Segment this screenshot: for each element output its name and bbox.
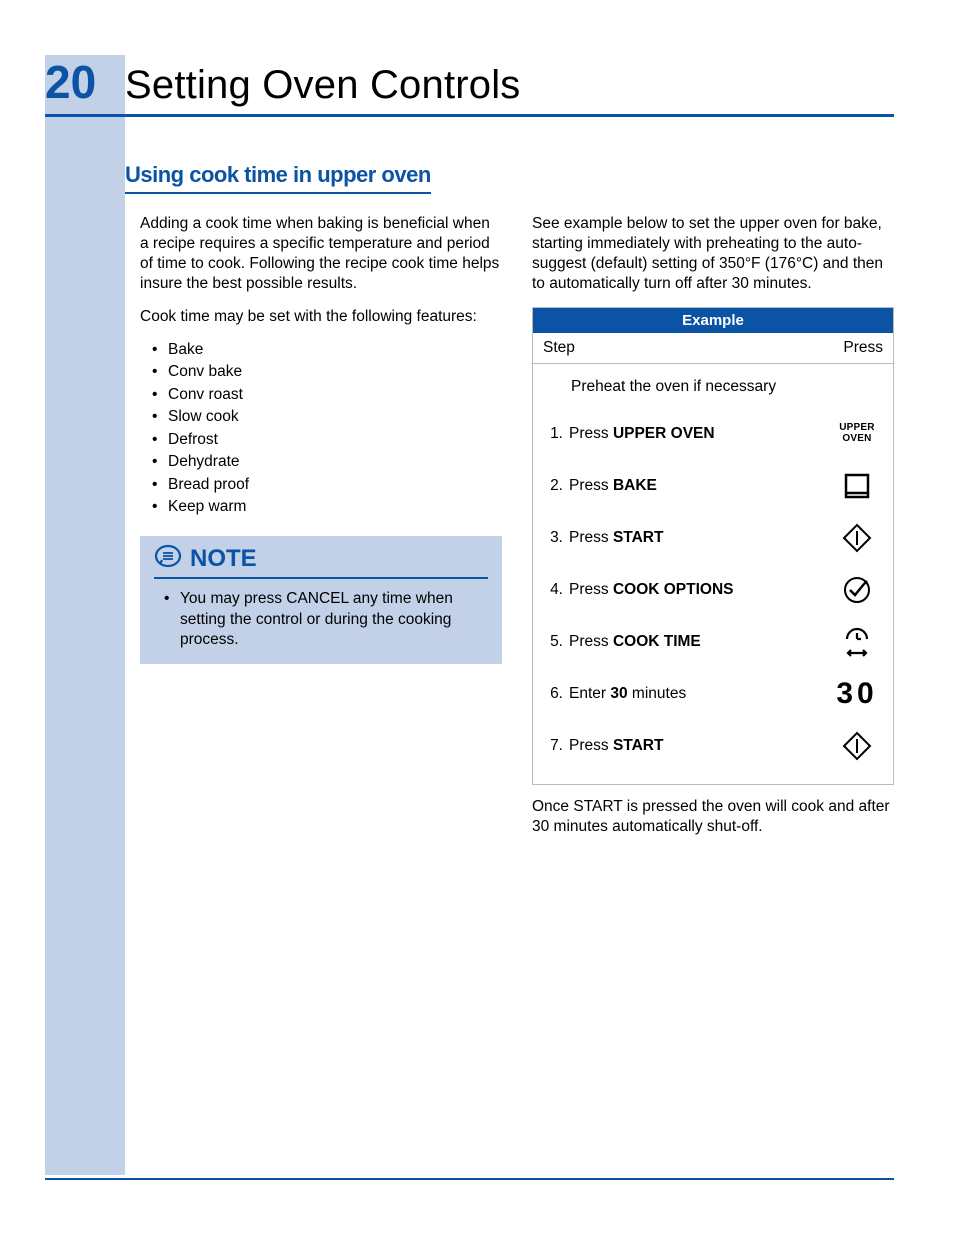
example-subheader: Step Press: [533, 333, 893, 364]
step-number: 7.: [543, 737, 569, 755]
step-text: Press COOK OPTIONS: [569, 581, 831, 599]
start-icon: [831, 522, 883, 554]
step-text: Enter 30 minutes: [569, 685, 831, 703]
example-intro: See example below to set the upper oven …: [532, 214, 894, 295]
note-icon: [154, 542, 182, 575]
step-number: 2.: [543, 477, 569, 495]
example-header: Example: [533, 308, 893, 333]
page-title: Setting Oven Controls: [125, 63, 894, 112]
step-text: Press START: [569, 529, 831, 547]
digits-icon: 30: [831, 677, 883, 711]
step-number: 3.: [543, 529, 569, 547]
upper-oven-icon: UPPER OVEN: [831, 423, 883, 444]
col-press: Press: [843, 339, 883, 357]
feature-item: Bread proof: [152, 474, 502, 496]
col-step: Step: [543, 339, 575, 357]
step-number: 4.: [543, 581, 569, 599]
preheat-text: Preheat the oven if necessary: [543, 372, 883, 408]
note-title: NOTE: [190, 545, 257, 573]
feature-item: Bake: [152, 339, 502, 361]
table-row: 3. Press START: [543, 512, 883, 564]
step-text: Press COOK TIME: [569, 633, 831, 651]
feature-item: Defrost: [152, 429, 502, 451]
step-text: Press UPPER OVEN: [569, 425, 831, 443]
features-list: Bake Conv bake Conv roast Slow cook Defr…: [140, 339, 502, 519]
example-table: Example Step Press Preheat the oven if n…: [532, 307, 894, 785]
feature-item: Slow cook: [152, 406, 502, 428]
feature-item: Keep warm: [152, 496, 502, 518]
note-item: You may press CANCEL any time when setti…: [164, 589, 488, 649]
table-row: 1. Press UPPER OVEN UPPER OVEN: [543, 408, 883, 460]
step-number: 5.: [543, 633, 569, 651]
feature-item: Conv roast: [152, 384, 502, 406]
cook-options-icon: [831, 575, 883, 605]
sidebar-accent: [45, 55, 125, 1175]
start-icon: [831, 730, 883, 762]
after-table-text: Once START is pressed the oven will cook…: [532, 797, 894, 837]
section-heading: Using cook time in upper oven: [125, 162, 431, 194]
feature-item: Dehydrate: [152, 451, 502, 473]
note-box: NOTE You may press CANCEL any time when …: [140, 536, 502, 663]
intro-paragraph: Adding a cook time when baking is benefi…: [140, 214, 502, 295]
table-row: 5. Press COOK TIME: [543, 616, 883, 668]
right-column: See example below to set the upper oven …: [532, 214, 894, 837]
table-row: 2. Press BAKE: [543, 460, 883, 512]
step-number: 6.: [543, 685, 569, 703]
step-text: Press BAKE: [569, 477, 831, 495]
features-intro: Cook time may be set with the following …: [140, 307, 502, 327]
feature-item: Conv bake: [152, 361, 502, 383]
bake-icon: [831, 471, 883, 501]
step-number: 1.: [543, 425, 569, 443]
left-column: Adding a cook time when baking is benefi…: [140, 214, 502, 837]
footer-rule: [45, 1178, 894, 1180]
cook-time-icon: [831, 625, 883, 659]
title-rule: [45, 114, 894, 117]
page-number: 20: [45, 55, 125, 109]
table-row: 4. Press COOK OPTIONS: [543, 564, 883, 616]
table-row: 7. Press START: [543, 720, 883, 772]
table-row: 6. Enter 30 minutes 30: [543, 668, 883, 720]
page-header: 20 Setting Oven Controls: [45, 55, 894, 112]
step-text: Press START: [569, 737, 831, 755]
